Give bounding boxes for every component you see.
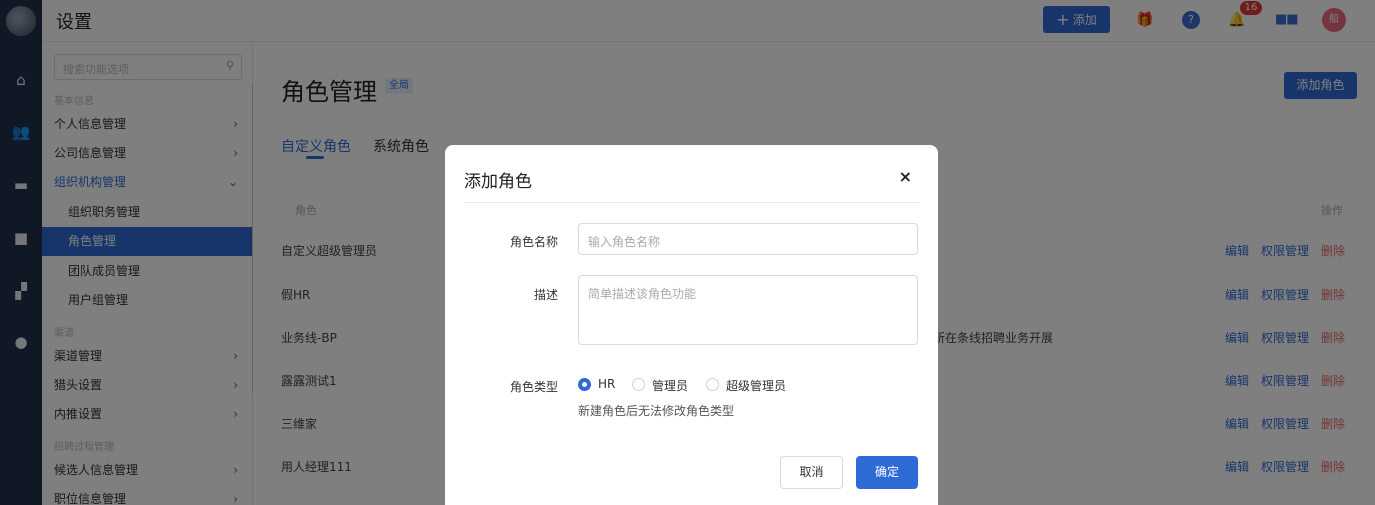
dialog-title: 添加角色 bbox=[464, 172, 532, 192]
cancel-button[interactable]: 取消 bbox=[780, 456, 843, 489]
description-placeholder: 简单描述该角色功能 bbox=[588, 287, 697, 301]
dialog-divider bbox=[464, 202, 919, 203]
close-icon[interactable]: × bbox=[899, 167, 912, 186]
role-type-hint: 新建角色后无法修改角色类型 bbox=[578, 404, 735, 418]
description-label: 描述 bbox=[533, 288, 558, 302]
radio-label: 超级管理员 bbox=[726, 379, 787, 393]
add-role-dialog: 添加角色 × 角色名称 输入角色名称 描述 简单描述该角色功能 角色类型 HR … bbox=[445, 145, 938, 505]
role-name-input[interactable]: 输入角色名称 bbox=[578, 223, 918, 255]
role-type-label: 角色类型 bbox=[509, 380, 558, 394]
radio-checked-icon bbox=[578, 378, 591, 391]
confirm-button[interactable]: 确定 bbox=[856, 456, 918, 489]
role-name-placeholder: 输入角色名称 bbox=[588, 235, 661, 249]
role-name-label: 角色名称 bbox=[509, 235, 558, 249]
radio-unchecked-icon bbox=[632, 378, 645, 391]
description-textarea[interactable]: 简单描述该角色功能 bbox=[578, 275, 918, 345]
radio-label: 管理员 bbox=[652, 379, 689, 393]
radio-label: HR bbox=[598, 377, 616, 391]
radio-unchecked-icon bbox=[706, 378, 719, 391]
